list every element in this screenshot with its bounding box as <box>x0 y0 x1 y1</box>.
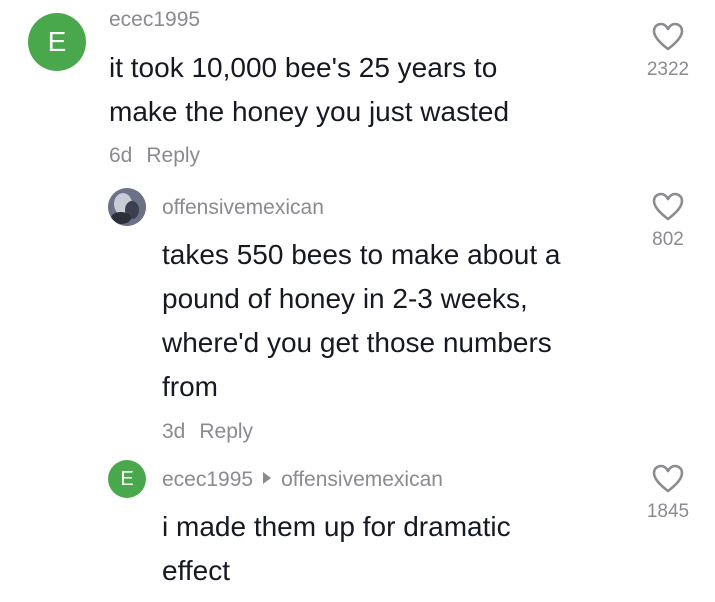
reply-button[interactable]: Reply <box>199 420 253 443</box>
avatar[interactable] <box>108 188 146 226</box>
comment-username[interactable]: ecec1995 <box>109 9 200 30</box>
comment-meta: 3d Reply <box>162 421 253 442</box>
comment-meta: 6d Reply <box>109 145 200 166</box>
like-count: 802 <box>652 229 684 250</box>
reply-arrow-icon <box>263 472 272 485</box>
comment-text: i made them up for dramatic effect <box>162 511 511 586</box>
like-button[interactable]: 1845 <box>640 464 696 521</box>
comment-username-row: ecec1995 offensivemexican <box>162 469 443 490</box>
avatar[interactable]: E <box>28 13 86 71</box>
reply-to-username[interactable]: offensivemexican <box>281 468 443 491</box>
comment-username[interactable]: offensivemexican <box>162 197 324 218</box>
like-count: 2322 <box>646 59 690 80</box>
comment-text: it took 10,000 bee's 25 years to make th… <box>109 52 510 127</box>
comment-age: 3d <box>162 420 186 443</box>
avatar-letter: E <box>47 26 67 57</box>
heart-outline-icon <box>652 22 684 51</box>
reply-button[interactable]: Reply <box>146 144 200 167</box>
like-button[interactable]: 802 <box>640 192 696 249</box>
heart-outline-icon <box>652 464 684 493</box>
like-count: 1845 <box>646 501 690 522</box>
avatar-letter: E <box>120 467 134 490</box>
comment-username[interactable]: ecec1995 <box>162 468 253 491</box>
comment-age: 6d <box>109 144 133 167</box>
like-button[interactable]: 2322 <box>640 22 696 79</box>
avatar[interactable]: E <box>108 460 146 498</box>
comment-text: takes 550 bees to make about a pound of … <box>162 239 561 402</box>
heart-outline-icon <box>652 192 684 221</box>
avatar-photo <box>108 188 146 226</box>
